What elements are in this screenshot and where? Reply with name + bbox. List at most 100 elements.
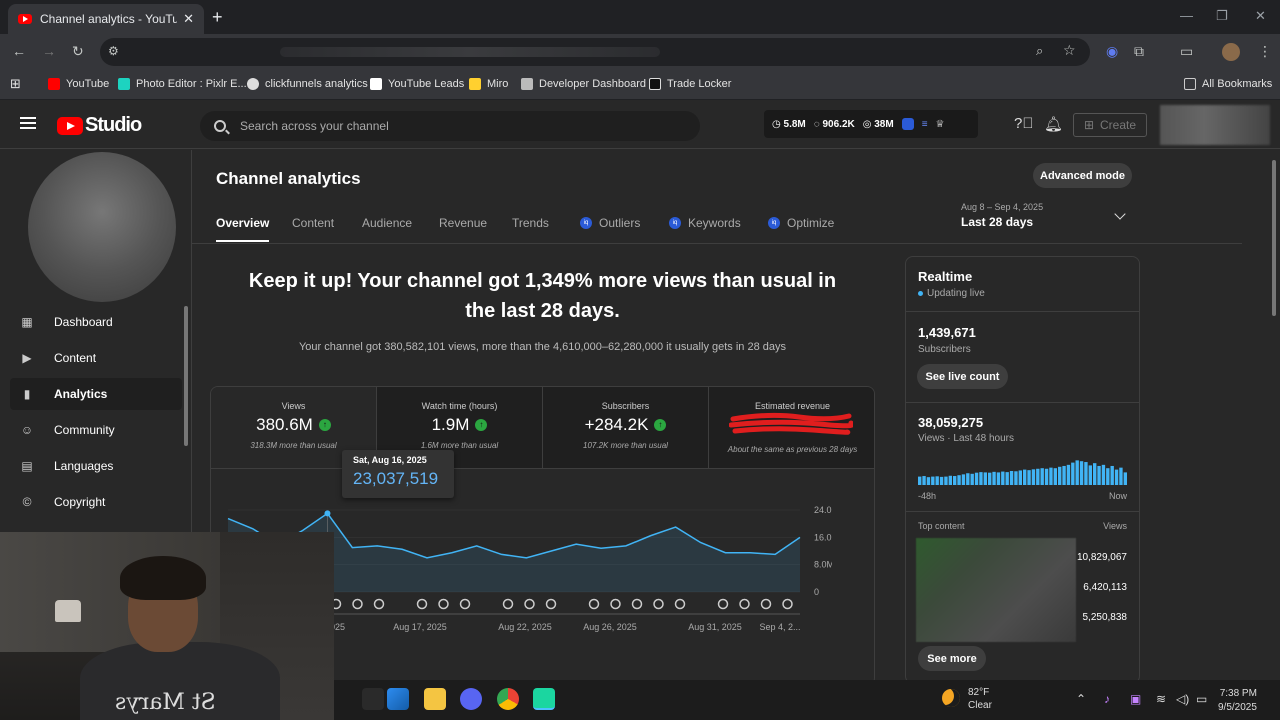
zoom-icon[interactable]: ⌕ (1036, 43, 1043, 59)
spark-bar (1119, 467, 1123, 485)
cast-icon[interactable]: ▭ (1180, 43, 1193, 60)
minimize-icon[interactable]: — (1180, 8, 1193, 23)
see-more-button[interactable]: See more (918, 646, 986, 671)
browser-tab[interactable]: Channel analytics - YouTube Studio ✕ (8, 4, 204, 34)
site-info-icon[interactable]: ⚙ (108, 44, 119, 58)
chrome-icon[interactable] (497, 688, 519, 710)
extension-stats-bar[interactable]: ◷ 5.8M ◌ 906.2K ◎ 38M ≡ ♕ (764, 110, 978, 138)
address-bar[interactable]: ⚙ ⌕ ☆ (100, 38, 1090, 66)
metric-revenue[interactable]: Estimated revenue About the same as prev… (709, 387, 874, 469)
shirt-text: St Marys (115, 690, 216, 715)
sidebar-item-languages[interactable]: ▤ Languages (10, 450, 182, 482)
metric-subscribers[interactable]: Subscribers +284.2K ↑ 107.2K more than us… (543, 387, 709, 469)
spark-bar (961, 474, 966, 485)
sidebar-scrollbar[interactable] (184, 306, 188, 446)
bookmark-pixlr[interactable]: Photo Editor : Pixlr E... (118, 78, 247, 90)
tab-outliers[interactable]: iq Outliers (580, 216, 640, 230)
webcam-overlay: St Marys (0, 532, 334, 720)
discord-icon[interactable] (460, 688, 482, 710)
help-icon[interactable]: ?⃝ (1014, 115, 1034, 132)
page-scrollbar[interactable] (1272, 160, 1276, 316)
spark-bar (1036, 468, 1040, 485)
spark-bar (1014, 471, 1018, 485)
tab-content[interactable]: Content (292, 216, 334, 230)
apps-grid-icon[interactable]: ⊞ (10, 76, 21, 92)
search-input[interactable]: Search across your channel (200, 111, 700, 141)
back-icon[interactable]: ← (12, 43, 26, 59)
spark-bar (1009, 471, 1014, 485)
spark-bar (1066, 464, 1071, 485)
spark-bar (996, 472, 1001, 485)
sidebar-item-community[interactable]: ☺ Community (10, 414, 182, 446)
list-icon[interactable]: ≡ (922, 119, 928, 130)
tab-optimize[interactable]: iq Optimize (768, 216, 834, 230)
upload-marker (438, 598, 449, 610)
reload-icon[interactable]: ↻ (72, 43, 84, 60)
spark-bar (926, 477, 931, 485)
all-bookmarks[interactable]: All Bookmarks (1184, 78, 1272, 90)
photos-icon[interactable] (387, 688, 409, 710)
sidebar-item-dashboard[interactable]: ▦ Dashboard (10, 306, 182, 338)
bookmark-developer-dashboard[interactable]: Developer Dashboard (521, 78, 646, 90)
search-icon (214, 120, 226, 132)
new-tab-icon[interactable]: + (212, 7, 223, 28)
extensions-puzzle-icon[interactable]: ⧉ (1134, 43, 1144, 60)
volume-icon[interactable]: ◁) (1176, 692, 1189, 706)
bookmark-miro[interactable]: Miro (469, 78, 508, 90)
channel-avatar[interactable] (28, 152, 176, 302)
up-arrow-icon: ↑ (318, 419, 331, 431)
sidebar-item-content[interactable]: ▶ Content (10, 342, 182, 374)
chrome-menu-icon[interactable]: ⋮ (1258, 43, 1272, 60)
bookmark-youtube[interactable]: YouTube (48, 78, 109, 90)
vidiq-badge-icon: iq (768, 217, 780, 229)
account-avatar[interactable] (1160, 105, 1270, 145)
menu-icon[interactable] (20, 117, 36, 129)
advanced-mode-button[interactable]: Advanced mode (1033, 163, 1132, 188)
bookmark-star-icon[interactable]: ☆ (1063, 42, 1076, 59)
chevron-down-icon[interactable] (1114, 208, 1126, 220)
upload-marker (760, 598, 772, 610)
tab-overview[interactable]: Overview (216, 216, 270, 242)
sidebar-item-analytics[interactable]: ▮ Analytics (10, 378, 182, 410)
weather-widget[interactable]: 82°F Clear (968, 686, 992, 712)
see-live-count-button[interactable]: See live count (917, 364, 1008, 389)
realtime-sparkline[interactable] (918, 455, 1128, 485)
bookmark-trade-locker[interactable]: Trade Locker (649, 78, 731, 90)
wifi-icon[interactable]: ≋ (1156, 692, 1166, 706)
create-button[interactable]: ⊞ Create (1073, 113, 1147, 137)
taskbar-clock[interactable]: 7:38 PM 9/5/2025 (1218, 687, 1257, 715)
y-tick-label: 24.0M (814, 505, 832, 515)
screen-share-icon[interactable]: ▣ (1130, 692, 1141, 706)
recorder-app-icon[interactable] (533, 688, 555, 710)
studio-logo[interactable]: Studio (57, 114, 142, 137)
close-window-icon[interactable]: ✕ (1255, 8, 1266, 24)
vidiq-icon[interactable] (901, 118, 914, 130)
tab-audience[interactable]: Audience (362, 216, 412, 230)
tab-keywords[interactable]: iq Keywords (669, 216, 741, 230)
forward-icon[interactable]: → (42, 43, 56, 59)
date-range-picker[interactable]: Aug 8 – Sep 4, 2025 Last 28 days (961, 202, 1043, 229)
x-tick-label: Aug 26, 2025 (583, 622, 637, 632)
battery-icon[interactable]: ▭ (1196, 692, 1207, 706)
sidebar-item-copyright[interactable]: © Copyright (10, 486, 182, 518)
bookmark-clickfunnels[interactable]: clickfunnels analytics (247, 78, 368, 90)
tab-trends[interactable]: Trends (512, 216, 549, 230)
tab-revenue[interactable]: Revenue (439, 216, 487, 230)
microphone-icon[interactable]: ♪ (1104, 692, 1110, 706)
notifications-icon[interactable]: 🔔︎ (1044, 115, 1063, 133)
x-tick-label: Aug 31, 2025 (688, 622, 742, 632)
trophy-icon[interactable]: ♕ (936, 119, 945, 130)
spark-bar (931, 476, 935, 485)
maximize-icon[interactable]: ❐ (1216, 8, 1228, 24)
extension-icon[interactable]: ◉ (1106, 43, 1118, 60)
tray-chevron-icon[interactable]: ⌃ (1076, 692, 1086, 706)
profile-avatar[interactable] (1222, 43, 1240, 61)
browser-tab-strip: Channel analytics - YouTube Studio ✕ + —… (0, 0, 1280, 34)
file-explorer-icon[interactable] (424, 688, 446, 710)
data-point (324, 510, 331, 517)
spark-bar (1101, 464, 1106, 485)
top-content-thumbnails[interactable] (916, 538, 1076, 642)
bookmark-youtube-leads[interactable]: YouTube Leads (370, 78, 464, 90)
app-icon[interactable] (362, 688, 384, 710)
close-tab-icon[interactable]: ✕ (183, 11, 194, 27)
